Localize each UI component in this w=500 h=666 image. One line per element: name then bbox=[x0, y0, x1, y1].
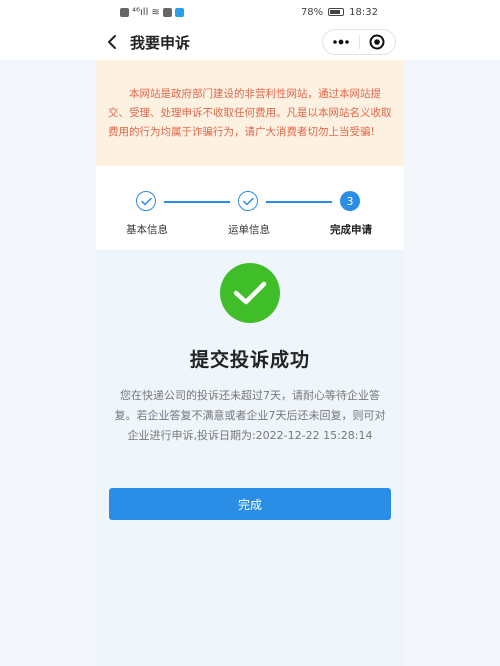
battery-icon bbox=[328, 8, 345, 16]
close-circle-icon bbox=[369, 34, 385, 50]
more-button[interactable] bbox=[323, 30, 359, 54]
status-bar: ⁴⁶ıll ≋ 78% 18:32 bbox=[0, 0, 500, 24]
step-2-circle bbox=[238, 191, 258, 211]
progress-steps: 3 基本信息 运单信息 完成申请 bbox=[96, 166, 404, 250]
step-connector-2 bbox=[266, 201, 332, 203]
page-title: 我要申诉 bbox=[130, 34, 191, 52]
success-check-icon bbox=[220, 263, 280, 323]
fraud-notice-banner: 本网站是政府部门建设的非营利性网站，通过本网站提交、受理、处理申诉不收取任何费用… bbox=[96, 60, 404, 166]
done-button[interactable]: 完成 bbox=[109, 488, 391, 520]
back-button[interactable] bbox=[100, 30, 124, 54]
notification-icon bbox=[120, 7, 129, 17]
wifi-icon: ≋ bbox=[151, 6, 160, 18]
gallery-icon bbox=[162, 7, 172, 17]
step-label-waybill-info: 运单信息 bbox=[228, 224, 270, 236]
step-connector-1 bbox=[164, 201, 230, 203]
signal-icon: ⁴⁶ıll bbox=[132, 6, 149, 18]
notice-text: 本网站是政府部门建设的非营利性网站，通过本网站提交、受理、处理申诉不收取任何费用… bbox=[108, 87, 392, 138]
step-label-complete: 完成申请 bbox=[330, 224, 372, 236]
check-icon bbox=[140, 197, 152, 205]
step-1-circle bbox=[136, 191, 156, 211]
result-description: 您在快递公司的投诉还未超过7天，请耐心等待企业答复。若企业答复不满意或者企业7天… bbox=[114, 389, 386, 442]
close-button[interactable] bbox=[360, 30, 395, 54]
battery-percent: 78% bbox=[300, 6, 324, 18]
step-3-circle: 3 bbox=[340, 191, 360, 211]
step-3-number: 3 bbox=[346, 194, 354, 208]
step-label-basic-info: 基本信息 bbox=[126, 224, 168, 236]
result-card: 提交投诉成功 您在快递公司的投诉还未超过7天，请耐心等待企业答复。若企业答复不满… bbox=[96, 250, 404, 666]
mini-program-capsule bbox=[322, 29, 396, 55]
check-icon bbox=[242, 197, 254, 205]
status-icons-left: ⁴⁶ıll ≋ bbox=[120, 7, 184, 18]
chevron-left-icon bbox=[108, 35, 116, 49]
more-dots-icon bbox=[333, 39, 349, 45]
clock: 18:32 bbox=[349, 6, 378, 18]
status-icons-right: 78% 18:32 bbox=[301, 7, 378, 18]
result-title: 提交投诉成功 bbox=[189, 349, 310, 371]
nav-bar: 我要申诉 bbox=[0, 24, 500, 60]
app-icon bbox=[174, 7, 184, 17]
